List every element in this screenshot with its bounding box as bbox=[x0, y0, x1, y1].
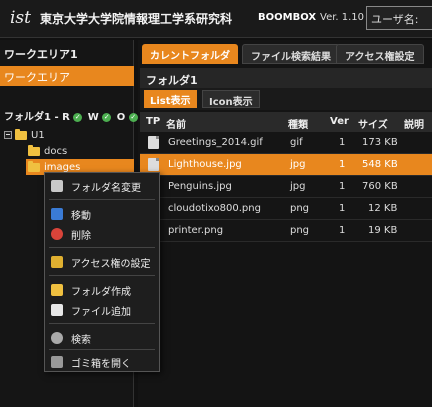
table-row[interactable]: printer.png png 1 19 KB bbox=[140, 220, 432, 242]
menu-divider bbox=[49, 349, 155, 350]
file-type: jpg bbox=[290, 181, 306, 192]
perm-o-label: O bbox=[116, 112, 126, 123]
file-ver: 1 bbox=[339, 137, 346, 148]
perm-w-icon: ✓ bbox=[102, 113, 112, 122]
tree-item-docs[interactable]: docs bbox=[28, 143, 132, 159]
menu-divider bbox=[49, 275, 155, 276]
folder-icon bbox=[28, 160, 40, 172]
menu-item-label: 削除 bbox=[71, 230, 91, 242]
tab-file-search[interactable]: ファイル検索結果 bbox=[242, 44, 340, 64]
tab-list-view[interactable]: List表示 bbox=[144, 90, 197, 108]
file-size: 12 KB bbox=[368, 203, 398, 214]
menu-item-label: ゴミ箱を開く bbox=[71, 358, 131, 370]
folder-icon bbox=[15, 128, 27, 140]
menu-item-delete[interactable]: 削除 bbox=[45, 223, 159, 245]
menu-item-label: 移動 bbox=[71, 210, 91, 222]
col-name[interactable]: 名前 bbox=[166, 116, 186, 131]
trash-icon bbox=[51, 356, 63, 368]
table-row[interactable]: Lighthouse.jpg jpg 1 548 KB bbox=[140, 154, 432, 176]
tab-icon-view[interactable]: Icon表示 bbox=[202, 90, 260, 108]
tab-current-folder[interactable]: カレントフォルダ bbox=[142, 44, 238, 64]
table-row[interactable]: Penguins.jpg jpg 1 760 KB bbox=[140, 176, 432, 198]
tree-item-label: U1 bbox=[31, 129, 45, 141]
context-menu: フォルダ名変更 移動 削除 アクセス権の設定 フォルダ作成 ファイル追加 検索 … bbox=[44, 172, 160, 372]
menu-item-create-folder[interactable]: フォルダ作成 bbox=[45, 279, 159, 301]
delete-icon bbox=[51, 228, 63, 240]
menu-divider bbox=[49, 247, 155, 248]
search-icon bbox=[51, 332, 63, 344]
app-version: Ver. 1.10 bbox=[320, 12, 365, 23]
rename-icon bbox=[51, 180, 63, 192]
menu-item-access[interactable]: アクセス権の設定 bbox=[45, 251, 159, 273]
file-name: Penguins.jpg bbox=[168, 181, 232, 192]
menu-item-search[interactable]: 検索 bbox=[45, 327, 159, 349]
file-name: cloudotixo800.png bbox=[168, 203, 261, 214]
file-type: png bbox=[290, 203, 310, 214]
menu-item-label: 検索 bbox=[71, 334, 91, 346]
menu-item-add-file[interactable]: ファイル追加 bbox=[45, 299, 159, 321]
file-name: Greetings_2014.gif bbox=[168, 137, 263, 148]
logo: ist bbox=[10, 8, 31, 28]
file-ver: 1 bbox=[339, 181, 346, 192]
move-icon bbox=[51, 208, 63, 220]
file-ver: 1 bbox=[339, 159, 346, 170]
table-row[interactable]: cloudotixo800.png png 1 12 KB bbox=[140, 198, 432, 220]
menu-item-label: フォルダ名変更 bbox=[71, 182, 141, 194]
menu-divider bbox=[49, 323, 155, 324]
menu-item-rename[interactable]: フォルダ名変更 bbox=[45, 175, 159, 197]
username-field[interactable]: ユーザ名: bbox=[366, 6, 432, 30]
tree-item-label: docs bbox=[44, 145, 68, 157]
workspace-title: ワークエリア1 bbox=[4, 48, 78, 61]
app-name: BOOMBOX bbox=[258, 12, 317, 23]
col-ver[interactable]: Ver bbox=[330, 116, 349, 127]
file-name: printer.png bbox=[168, 225, 224, 236]
file-type: gif bbox=[290, 137, 303, 148]
panel-title: フォルダ1 bbox=[140, 68, 432, 88]
workspace-item[interactable]: ワークエリア bbox=[0, 66, 134, 86]
col-desc[interactable]: 説明 bbox=[404, 116, 424, 131]
tab-access-settings[interactable]: アクセス権設定 bbox=[336, 44, 424, 64]
collapse-icon[interactable] bbox=[4, 131, 12, 139]
tree-item-u1[interactable]: U1 bbox=[4, 127, 132, 143]
file-type: png bbox=[290, 225, 310, 236]
menu-item-label: ファイル追加 bbox=[71, 306, 131, 318]
main-panel: カレントフォルダ ファイル検索結果 アクセス権設定 フォルダ1 List表示 I… bbox=[138, 40, 432, 407]
file-size: 173 KB bbox=[362, 137, 398, 148]
file-size: 760 KB bbox=[362, 181, 398, 192]
file-ver: 1 bbox=[339, 225, 346, 236]
menu-item-label: フォルダ作成 bbox=[71, 286, 131, 298]
university-name: 東京大学大学院情報理工学系研究科 bbox=[40, 12, 233, 26]
file-icon bbox=[148, 158, 159, 171]
folder-icon bbox=[28, 144, 40, 156]
table-row[interactable]: Greetings_2014.gif gif 1 173 KB bbox=[140, 132, 432, 154]
menu-item-move[interactable]: 移動 bbox=[45, 203, 159, 225]
tree-item-label: images bbox=[44, 161, 81, 173]
menu-divider bbox=[49, 199, 155, 200]
col-type[interactable]: 種類 bbox=[288, 116, 308, 131]
folder-tree-title-label: フォルダ1 - R bbox=[4, 112, 70, 123]
perm-o-icon: ✓ bbox=[128, 113, 138, 122]
file-ver: 1 bbox=[339, 203, 346, 214]
menu-item-label: アクセス権の設定 bbox=[71, 258, 151, 270]
col-tp[interactable]: TP bbox=[146, 116, 160, 127]
app-header: ist 東京大学大学院情報理工学系研究科 BOOMBOX Ver. 1.10 ユ… bbox=[0, 0, 432, 38]
file-icon bbox=[148, 136, 159, 149]
file-name: Lighthouse.jpg bbox=[168, 159, 242, 170]
view-tabs: List表示 Icon表示 bbox=[140, 88, 432, 110]
perm-w-label: W bbox=[87, 112, 99, 123]
file-add-icon bbox=[51, 304, 63, 316]
main-tabs: カレントフォルダ ファイル検索結果 アクセス権設定 bbox=[138, 42, 432, 64]
file-size: 19 KB bbox=[368, 225, 398, 236]
file-type: jpg bbox=[290, 159, 306, 170]
table-header: TP 名前 種類 Ver サイズ 説明 bbox=[140, 112, 432, 132]
folder-create-icon bbox=[51, 284, 63, 296]
menu-item-open-trash[interactable]: ゴミ箱を開く bbox=[45, 351, 159, 373]
file-size: 548 KB bbox=[362, 159, 398, 170]
folder-tree-title: フォルダ1 - R ✓ W ✓ O ✓ bbox=[0, 108, 138, 126]
col-size[interactable]: サイズ bbox=[358, 116, 388, 131]
perm-r-icon: ✓ bbox=[73, 113, 83, 122]
key-icon bbox=[51, 256, 63, 268]
